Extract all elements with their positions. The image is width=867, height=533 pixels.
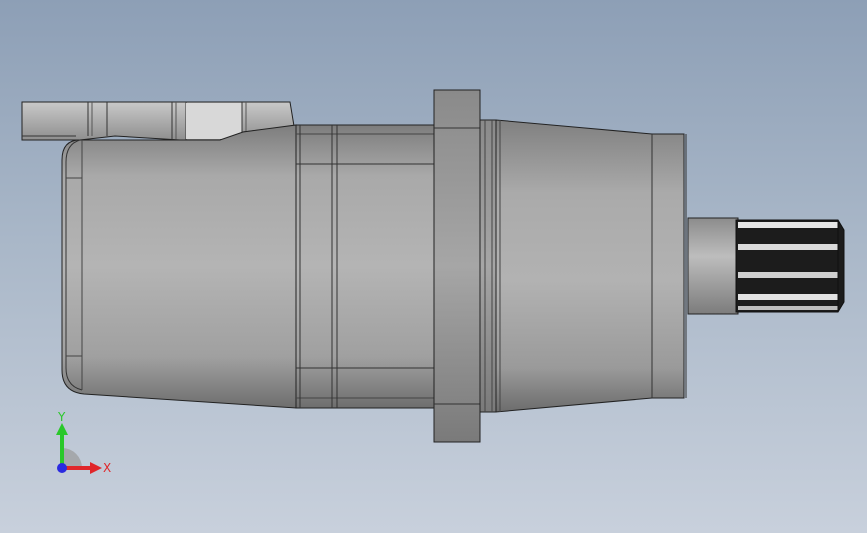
splined-shaft-end — [735, 219, 845, 313]
x-axis-label: X — [103, 461, 111, 475]
y-axis-arrowhead — [56, 423, 68, 435]
nose-housing — [495, 119, 687, 413]
x-axis-arrowhead — [90, 462, 102, 474]
hydraulic-motor-model[interactable] — [0, 0, 867, 533]
housing-section — [295, 124, 435, 409]
mounting-flange — [433, 89, 497, 443]
3d-viewport[interactable]: Y X — [0, 0, 867, 533]
motor-body — [61, 124, 297, 409]
coordinate-triad: Y X — [56, 410, 111, 475]
y-axis-label: Y — [57, 410, 66, 424]
output-shaft — [687, 217, 739, 315]
z-axis-origin — [57, 463, 67, 473]
